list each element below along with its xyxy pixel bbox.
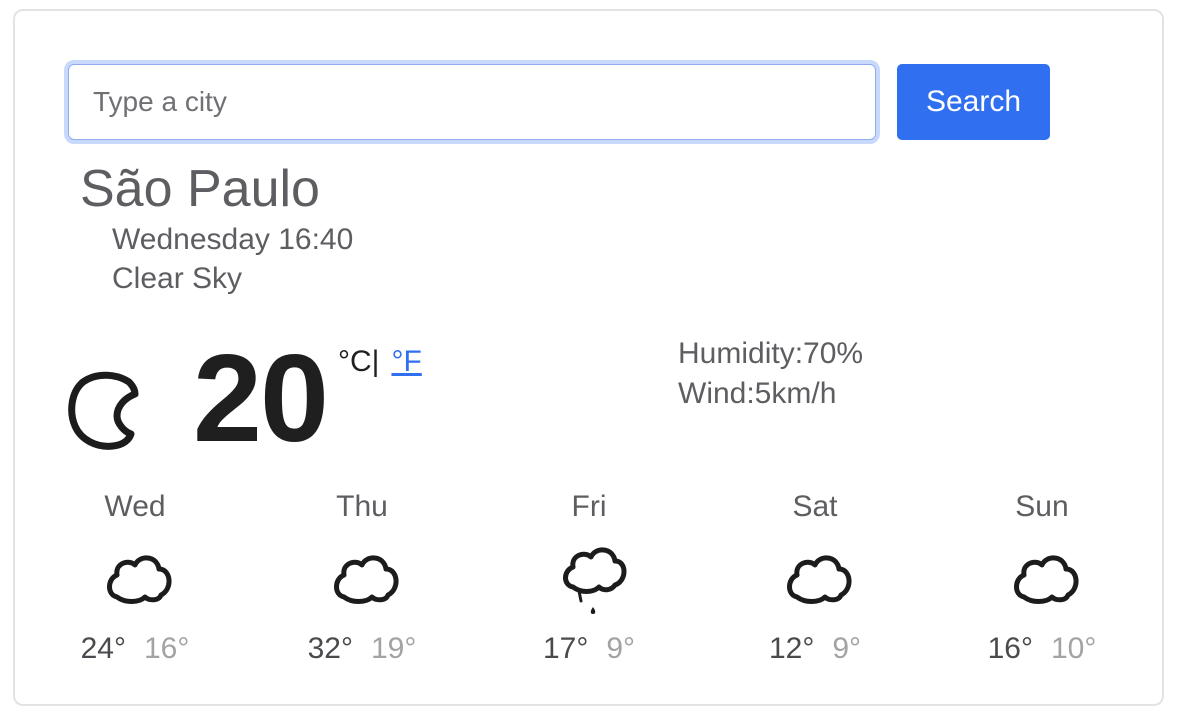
fahrenheit-link[interactable]: °F: [391, 345, 421, 378]
wind: Wind:5km/h: [678, 377, 837, 410]
forecast-day: Thu 32° 19°: [262, 481, 462, 691]
weather-card: Search São Paulo Wednesday 16:40 Clear S…: [13, 9, 1164, 706]
forecast: Wed 24° 16° Thu 32° 19° Fri 17° 9° Sat 1…: [15, 481, 1162, 691]
forecast-low: 19°: [371, 632, 417, 665]
forecast-high: 16°: [987, 632, 1033, 665]
forecast-day-name: Thu: [336, 490, 388, 523]
forecast-day: Fri 17° 9°: [489, 481, 689, 691]
unit-separator: |: [371, 345, 380, 378]
forecast-day: Sun 16° 10°: [942, 481, 1142, 691]
city-search-input[interactable]: [68, 64, 876, 140]
search-button[interactable]: Search: [897, 64, 1050, 140]
weather-description: Clear Sky: [112, 262, 243, 295]
cloud-icon: [787, 555, 852, 604]
weather-details: Humidity:70% Wind:5km/h: [678, 334, 863, 414]
forecast-high: 32°: [307, 632, 353, 665]
forecast-day-name: Sun: [1015, 490, 1069, 523]
forecast-high: 12°: [768, 632, 815, 665]
city-name: São Paulo: [80, 160, 320, 218]
forecast-day: Sat 12° 9°: [715, 481, 915, 691]
forecast-day-name: Wed: [104, 490, 166, 523]
forecast-low: 16°: [144, 632, 190, 665]
forecast-high: 24°: [80, 632, 126, 665]
forecast-low: 9°: [606, 632, 636, 665]
celsius-unit: °C: [338, 345, 372, 378]
rain-cloud-icon: [563, 547, 627, 614]
forecast-low: 9°: [832, 632, 862, 665]
cloud-icon: [334, 555, 399, 604]
date-time: Wednesday 16:40: [112, 223, 354, 256]
forecast-high: 17°: [542, 632, 589, 665]
cloud-icon: [107, 555, 172, 604]
forecast-day: Wed 24° 16°: [35, 481, 235, 691]
search-form: Search: [15, 11, 1162, 151]
moon-icon: [68, 371, 139, 450]
unit-toggle: °C| °F: [338, 344, 422, 380]
forecast-day-name: Fri: [571, 490, 607, 523]
humidity: Humidity:70%: [678, 337, 864, 370]
current-temperature: 20: [193, 330, 329, 468]
forecast-day-name: Sat: [792, 490, 838, 523]
cloud-icon: [1014, 555, 1079, 604]
forecast-low: 10°: [1051, 632, 1097, 665]
